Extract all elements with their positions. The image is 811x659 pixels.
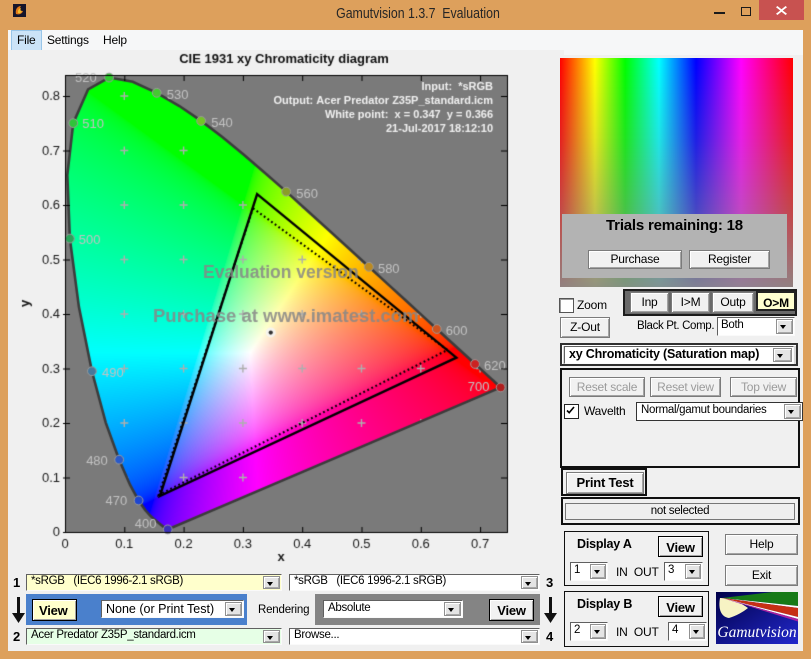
svg-text:Gamutvision: Gamutvision	[717, 624, 796, 641]
